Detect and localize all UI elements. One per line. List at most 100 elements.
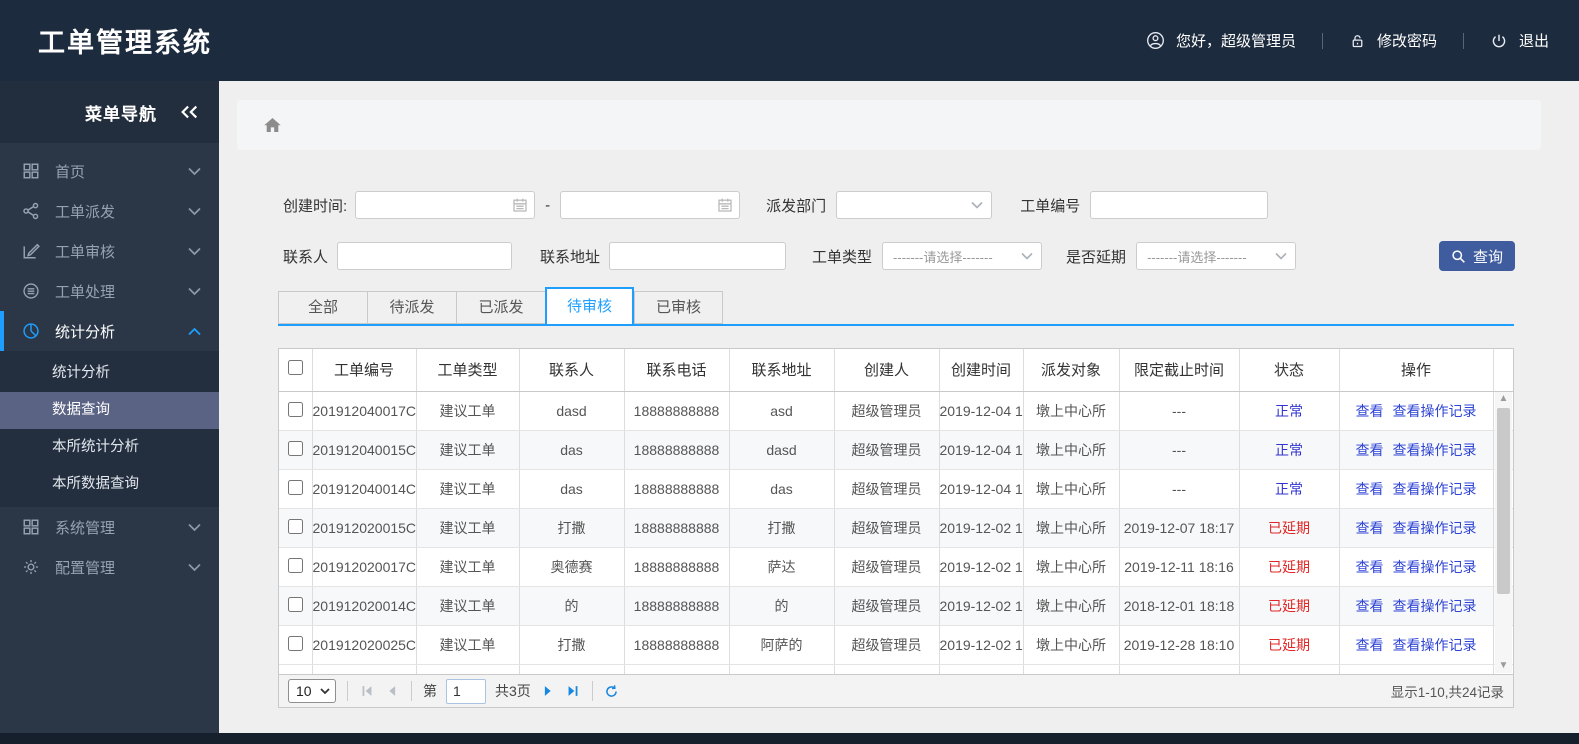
calendar-icon[interactable] bbox=[717, 197, 733, 213]
tab-to-review[interactable]: 待审核 bbox=[545, 287, 634, 326]
cell-target: 墩上中心所 bbox=[1023, 547, 1120, 587]
sidebar-subitem[interactable]: 本所统计分析 bbox=[0, 429, 219, 466]
view-link[interactable]: 查看 bbox=[1356, 481, 1384, 497]
scroll-down-icon[interactable]: ▼ bbox=[1499, 659, 1509, 673]
row-checkbox[interactable] bbox=[287, 440, 303, 456]
tab-dispatched[interactable]: 已派发 bbox=[456, 291, 545, 324]
query-button[interactable]: 查询 bbox=[1439, 241, 1515, 271]
change-password-button[interactable]: 修改密码 bbox=[1349, 30, 1437, 51]
view-log-link[interactable]: 查看操作记录 bbox=[1393, 598, 1477, 614]
sidebar-item[interactable]: 工单审核 bbox=[0, 231, 219, 271]
logout-button[interactable]: 退出 bbox=[1490, 30, 1549, 51]
sidebar-title: 菜单导航 bbox=[85, 104, 157, 124]
view-link[interactable]: 查看 bbox=[1356, 442, 1384, 458]
cell-creator: 超级管理员 bbox=[834, 391, 940, 431]
view-log-link[interactable]: 查看操作记录 bbox=[1393, 520, 1477, 536]
cell-deadline: 2019-12-07 18:17 bbox=[1119, 508, 1240, 548]
cell-type: 建议工单 bbox=[416, 469, 520, 509]
sidebar-item-label: 配置管理 bbox=[55, 559, 116, 577]
lock-icon bbox=[1349, 32, 1366, 50]
sidebar-subitem[interactable]: 本所数据查询 bbox=[0, 466, 219, 503]
view-log-link[interactable]: 查看操作记录 bbox=[1393, 559, 1477, 575]
view-link[interactable]: 查看 bbox=[1356, 403, 1384, 419]
row-checkbox[interactable] bbox=[287, 596, 303, 612]
row-checkbox[interactable] bbox=[287, 518, 303, 534]
next-page-button[interactable] bbox=[540, 683, 556, 699]
user-greeting[interactable]: 您好，超级管理员 bbox=[1146, 30, 1296, 51]
tab-reviewed[interactable]: 已审核 bbox=[634, 291, 723, 324]
sidebar-item[interactable]: 系统管理 bbox=[0, 507, 219, 547]
select-all-checkbox[interactable] bbox=[287, 360, 303, 376]
power-icon bbox=[1490, 32, 1508, 50]
table-row bbox=[279, 664, 1513, 676]
row-checkbox[interactable] bbox=[288, 675, 303, 676]
status-badge: 已延期 bbox=[1239, 508, 1340, 548]
cell-creator: 超级管理员 bbox=[834, 586, 940, 626]
row-checkbox[interactable] bbox=[287, 479, 303, 495]
table-row: 201912040015C 建议工单 das 18888888888 dasd 超级管理员… bbox=[279, 430, 1513, 470]
double-chevron-left-icon[interactable] bbox=[179, 104, 199, 120]
tab-to-dispatch[interactable]: 待派发 bbox=[367, 291, 456, 324]
sidebar-subitem[interactable]: 数据查询 bbox=[0, 392, 219, 429]
view-link[interactable]: 查看 bbox=[1356, 520, 1384, 536]
footer-strip bbox=[0, 733, 1579, 744]
sidebar-item[interactable]: 工单处理 bbox=[0, 271, 219, 311]
cell-contact: das bbox=[519, 430, 625, 470]
row-checkbox[interactable] bbox=[287, 401, 303, 417]
cell-phone: 18888888888 bbox=[624, 508, 730, 548]
row-checkbox[interactable] bbox=[287, 557, 303, 573]
last-page-button[interactable] bbox=[565, 683, 581, 699]
chevron-down-icon bbox=[320, 687, 330, 694]
chevron-down-icon bbox=[188, 247, 201, 256]
cell-creator: 超级管理员 bbox=[834, 508, 940, 548]
status-badge: 已延期 bbox=[1239, 586, 1340, 626]
greeting-text: 您好，超级管理员 bbox=[1175, 33, 1296, 50]
view-log-link[interactable]: 查看操作记录 bbox=[1393, 481, 1477, 497]
cell-order-no: 201912040014C bbox=[312, 469, 417, 509]
view-log-link[interactable]: 查看操作记录 bbox=[1393, 442, 1477, 458]
divider bbox=[347, 681, 348, 701]
cell-address: 萨达 bbox=[729, 547, 835, 587]
view-link[interactable]: 查看 bbox=[1356, 598, 1384, 614]
contact-input[interactable] bbox=[337, 242, 513, 270]
table-row: 201912040014C 建议工单 das 18888888888 das 超级管理员 2… bbox=[279, 469, 1513, 509]
delay-select[interactable]: -------请选择------- bbox=[1136, 242, 1297, 270]
cell-target: 墩上中心所 bbox=[1023, 508, 1120, 548]
first-page-button[interactable] bbox=[359, 683, 375, 699]
row-checkbox[interactable] bbox=[287, 635, 303, 651]
prev-page-button[interactable] bbox=[384, 683, 400, 699]
view-link[interactable]: 查看 bbox=[1356, 559, 1384, 575]
tab-all[interactable]: 全部 bbox=[278, 291, 367, 324]
page-size-select[interactable]: 10 bbox=[288, 679, 336, 703]
cell-actions: 查看 查看操作记录 bbox=[1339, 469, 1494, 509]
cell-actions: 查看 查看操作记录 bbox=[1339, 625, 1494, 665]
sidebar-item[interactable]: 首页 bbox=[0, 151, 219, 191]
create-time-end bbox=[560, 191, 741, 219]
refresh-icon[interactable] bbox=[604, 684, 619, 699]
cell-order-no: 201912040015C bbox=[312, 430, 417, 470]
scrollbar-thumb[interactable] bbox=[1497, 408, 1510, 594]
calendar-icon[interactable] bbox=[512, 197, 528, 213]
view-log-link[interactable]: 查看操作记录 bbox=[1393, 403, 1477, 419]
dispatch-dept-select[interactable] bbox=[836, 191, 993, 219]
order-no-input[interactable] bbox=[1090, 191, 1269, 219]
view-log-link[interactable]: 查看操作记录 bbox=[1393, 637, 1477, 653]
cell-phone: 18888888888 bbox=[624, 430, 730, 470]
create-time-start-input[interactable] bbox=[355, 191, 536, 219]
pagination-bar: 10 第 共3页 显示1-10,共24记录 bbox=[278, 675, 1514, 708]
address-input[interactable] bbox=[609, 242, 787, 270]
order-type-select[interactable]: -------请选择------- bbox=[882, 242, 1043, 270]
view-link[interactable]: 查看 bbox=[1356, 637, 1384, 653]
cell-order-no: 201912020015C bbox=[312, 508, 417, 548]
create-time-end-input[interactable] bbox=[560, 191, 741, 219]
sidebar-item[interactable]: 统计分析 bbox=[0, 311, 219, 351]
sidebar-item[interactable]: 工单派发 bbox=[0, 191, 219, 231]
scroll-up-icon[interactable]: ▲ bbox=[1499, 392, 1509, 406]
col-address: 联系地址 bbox=[729, 349, 835, 392]
sidebar-item[interactable]: 配置管理 bbox=[0, 547, 219, 587]
sidebar-subitem[interactable]: 统计分析 bbox=[0, 355, 219, 392]
page-number-input[interactable] bbox=[446, 678, 486, 704]
cell-contact: das bbox=[519, 469, 625, 509]
change-password-label: 修改密码 bbox=[1376, 33, 1437, 50]
home-icon[interactable] bbox=[262, 115, 283, 135]
